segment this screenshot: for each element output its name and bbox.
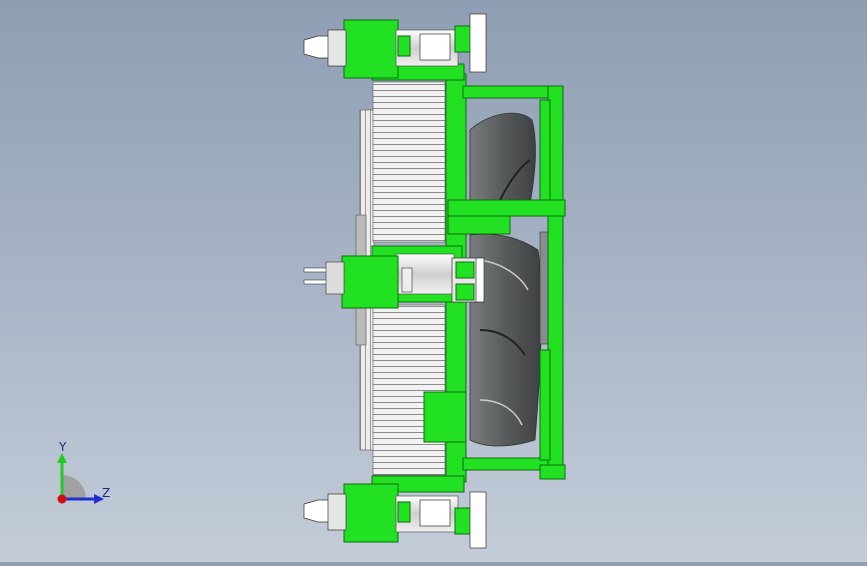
triad-plane-arc (62, 475, 86, 499)
orientation-triad: Y Z (57, 440, 110, 504)
z-axis-label: Z (102, 486, 110, 500)
y-axis-arrow (57, 453, 67, 463)
cad-viewport[interactable]: Y Z (0, 0, 867, 562)
bottom-push-pin (303, 475, 487, 549)
cad-model-view (303, 13, 566, 549)
x-axis-dot (57, 494, 67, 504)
top-push-pin (303, 13, 487, 81)
center-hub (303, 245, 485, 309)
y-axis-label: Y (58, 440, 67, 454)
